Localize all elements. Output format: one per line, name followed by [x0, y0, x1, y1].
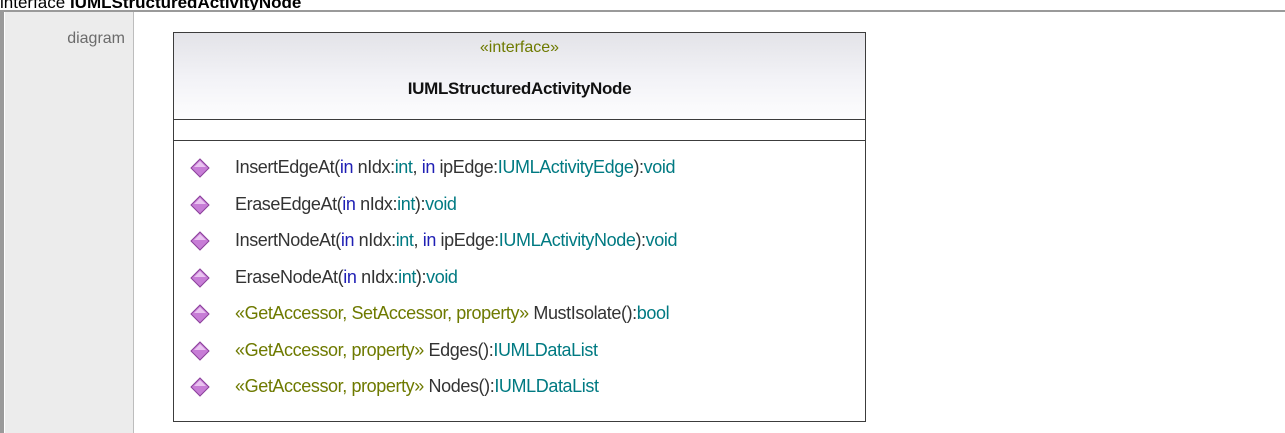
- operation-diamond-icon: [190, 194, 210, 215]
- return-type: void: [643, 157, 676, 177]
- param-type: int: [395, 230, 414, 250]
- return-type: IUMLDataList: [494, 376, 599, 396]
- operation-diamond-icon: [190, 267, 210, 288]
- param-name: nIdx:: [353, 157, 395, 177]
- operation-signature: «GetAccessor, property» Edges():IUMLData…: [235, 340, 598, 361]
- class-header: «interface» IUMLStructuredActivityNode: [174, 33, 865, 120]
- return-type: void: [425, 193, 457, 214]
- attributes-compartment: [174, 120, 865, 141]
- return-type: IUMLDataList: [493, 339, 598, 360]
- return-type: void: [645, 230, 678, 250]
- operation-name: EraseNodeAt(: [235, 266, 344, 287]
- param-name: nIdx:: [355, 193, 398, 214]
- param-separator: ,: [412, 157, 422, 177]
- param-type: IUMLActivityNode: [498, 230, 636, 250]
- operation-signature: EraseEdgeAt(in nIdx:int):void: [235, 194, 457, 215]
- operation-row: EraseEdgeAt(in nIdx:int):void: [188, 194, 865, 231]
- param-direction: in: [342, 193, 356, 214]
- operation-signature: InsertNodeAt(in nIdx:int, in ipEdge:IUML…: [235, 230, 677, 251]
- param-type: int: [398, 266, 416, 287]
- operation-stereotype: «GetAccessor, SetAccessor, property»: [235, 303, 529, 323]
- operation-name: InsertNodeAt(: [235, 230, 341, 250]
- param-direction: in: [343, 266, 357, 287]
- operation-row: «GetAccessor, property» Edges():IUMLData…: [188, 340, 865, 377]
- operation-name: MustIsolate():: [528, 303, 637, 323]
- operation-row: EraseNodeAt(in nIdx:int):void: [188, 267, 865, 304]
- operation-close: ):: [414, 193, 426, 214]
- operation-row: «GetAccessor, property» Nodes():IUMLData…: [188, 376, 865, 413]
- param-name: ipEdge:: [435, 230, 500, 250]
- operation-close: ):: [415, 266, 427, 287]
- operation-signature: «GetAccessor, property» Nodes():IUMLData…: [235, 376, 599, 397]
- uml-class-box: «interface» IUMLStructuredActivityNode I…: [173, 32, 866, 422]
- operation-diamond-icon: [190, 340, 210, 361]
- operation-signature: EraseNodeAt(in nIdx:int):void: [235, 267, 458, 288]
- class-stereotype: «interface»: [479, 39, 560, 56]
- diagram-label: diagram: [67, 30, 125, 47]
- operation-diamond-icon: [190, 377, 210, 397]
- operation-name: Edges():: [423, 339, 494, 360]
- section-left-border: [0, 12, 4, 433]
- param-separator: ,: [413, 230, 423, 250]
- class-name: IUMLStructuredActivityNode: [407, 79, 632, 98]
- label-column: diagram: [5, 12, 134, 433]
- operation-row: InsertNodeAt(in nIdx:int, in ipEdge:IUML…: [188, 230, 865, 267]
- return-type: void: [426, 266, 458, 287]
- param-direction: in: [422, 230, 437, 250]
- operation-stereotype: «GetAccessor, property»: [235, 376, 424, 396]
- param-type: IUMLActivityEdge: [497, 157, 634, 177]
- param-name: nIdx:: [354, 230, 396, 250]
- return-type: bool: [636, 303, 670, 323]
- param-direction: in: [339, 157, 354, 177]
- operation-diamond-icon: [190, 304, 210, 324]
- operation-signature: «GetAccessor, SetAccessor, property» Mus…: [235, 303, 670, 324]
- operation-close: ):: [633, 157, 644, 177]
- param-type: int: [394, 157, 413, 177]
- operation-diamond-icon: [190, 158, 210, 178]
- operation-diamond-icon: [190, 231, 210, 251]
- operation-row: «GetAccessor, SetAccessor, property» Mus…: [188, 303, 865, 340]
- param-direction: in: [340, 230, 355, 250]
- operation-row: InsertEdgeAt(in nIdx:int, in ipEdge:IUML…: [188, 157, 865, 194]
- param-type: int: [397, 193, 415, 214]
- operation-name: InsertEdgeAt(: [235, 157, 340, 177]
- operation-signature: InsertEdgeAt(in nIdx:int, in ipEdge:IUML…: [235, 157, 675, 178]
- operation-name: EraseEdgeAt(: [235, 193, 343, 214]
- param-name: nIdx:: [356, 266, 399, 287]
- operation-stereotype: «GetAccessor, property»: [235, 339, 424, 360]
- operations-compartment: InsertEdgeAt(in nIdx:int, in ipEdge:IUML…: [188, 157, 865, 413]
- operation-name: Nodes():: [423, 376, 495, 396]
- param-name: ipEdge:: [434, 157, 499, 177]
- param-direction: in: [421, 157, 436, 177]
- operation-close: ):: [635, 230, 646, 250]
